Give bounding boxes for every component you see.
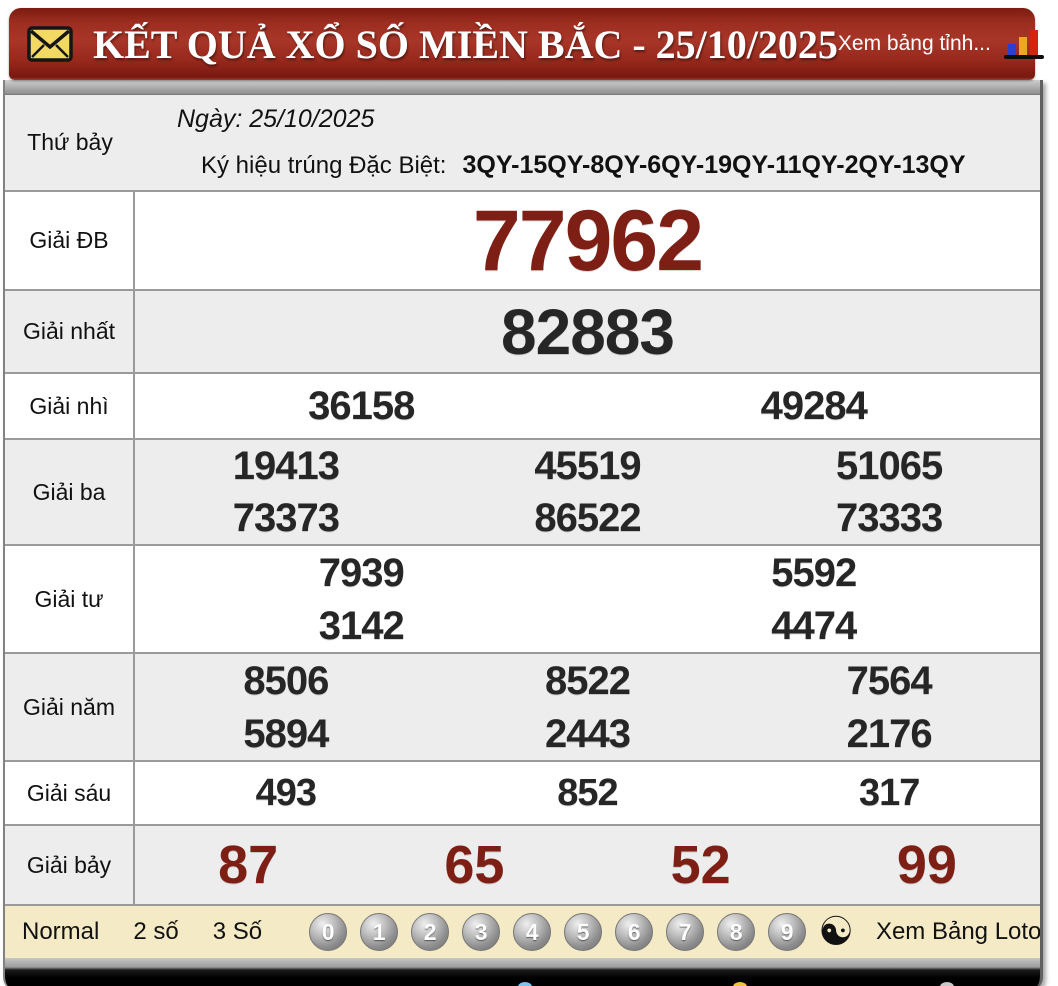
- prize-row-fourth: Giải tư 7939 5592 3142 4474: [5, 544, 1040, 652]
- prize-label: Giải năm: [5, 654, 135, 760]
- prize-number: 51065: [836, 446, 942, 486]
- top-band: [5, 80, 1040, 95]
- mode-normal[interactable]: Normal: [5, 918, 116, 946]
- digit-ball-1[interactable]: 1: [360, 913, 398, 951]
- digit-filter-balls: 0 1 2 3 4 5 6 7 8 9: [309, 913, 806, 951]
- page-title: KẾT QUẢ XỔ SỐ MIỀN BẮC - 25/10/2025: [93, 21, 838, 68]
- digit-ball-4[interactable]: 4: [513, 913, 551, 951]
- weekday-label: Thứ bảy: [5, 95, 135, 190]
- prize-label: Giải sáu: [5, 762, 135, 824]
- digit-ball-6[interactable]: 6: [615, 913, 653, 951]
- prize-number: 19413: [233, 446, 339, 486]
- prize-number: 2176: [847, 714, 932, 754]
- province-table-link[interactable]: Xem bảng tỉnh...: [838, 32, 991, 56]
- digit-ball-2[interactable]: 2: [411, 913, 449, 951]
- mode-3-digits[interactable]: 3 Số: [196, 918, 279, 946]
- header-right: Xem bảng tỉnh...: [838, 27, 1047, 61]
- prize-number: 73373: [233, 498, 339, 538]
- prize-number: 4474: [771, 606, 856, 646]
- prize-number: 5894: [243, 714, 328, 754]
- prize-label: Giải bảy: [5, 826, 135, 904]
- symbol-label: Ký hiệu trúng Đặc Biệt:: [201, 152, 446, 180]
- cutoff-icon: [518, 982, 532, 986]
- prize-number: 7939: [319, 553, 404, 593]
- prize-row-third: Giải ba 19413 45519 51065 73373 86522 73…: [5, 438, 1040, 544]
- envelope-icon[interactable]: [27, 26, 73, 62]
- prize-label: Giải ĐB: [5, 192, 135, 289]
- prize-number: 65: [444, 838, 504, 892]
- prize-number: 7564: [847, 661, 932, 701]
- cutoff-icon: [940, 982, 954, 986]
- prize-number: 49284: [761, 386, 867, 426]
- digit-ball-5[interactable]: 5: [564, 913, 602, 951]
- lottery-results-page: KẾT QUẢ XỔ SỐ MIỀN BẮC - 25/10/2025 Xem …: [0, 0, 1058, 986]
- header-bar: KẾT QUẢ XỔ SỐ MIỀN BẮC - 25/10/2025 Xem …: [9, 8, 1035, 80]
- bar-chart-icon[interactable]: [1003, 27, 1045, 61]
- prize-number: 73333: [836, 498, 942, 538]
- prize-number: 493: [256, 774, 316, 812]
- prize-row-first: Giải nhất 82883: [5, 289, 1040, 372]
- special-symbol-line: Ký hiệu trúng Đặc Biệt: 3QY-15QY-8QY-6QY…: [201, 151, 1040, 180]
- prize-label: Giải ba: [5, 440, 135, 544]
- prize-number: 36158: [308, 386, 414, 426]
- digit-ball-7[interactable]: 7: [666, 913, 704, 951]
- prize-row-seventh: Giải bảy 87 65 52 99: [5, 824, 1040, 904]
- digit-ball-3[interactable]: 3: [462, 913, 500, 951]
- digit-ball-0[interactable]: 0: [309, 913, 347, 951]
- info-row: Thứ bảy Ngày: 25/10/2025 Ký hiệu trúng Đ…: [5, 95, 1040, 190]
- prize-number: 317: [859, 774, 919, 812]
- lottery-widget: KẾT QUẢ XỔ SỐ MIỀN BẮC - 25/10/2025 Xem …: [3, 0, 1043, 986]
- prize-row-fifth: Giải năm 8506 8522 7564 5894 2443 2176: [5, 652, 1040, 760]
- info-content: Ngày: 25/10/2025 Ký hiệu trúng Đặc Biệt:…: [135, 95, 1040, 190]
- prize-row-special: Giải ĐB 77962: [5, 190, 1040, 289]
- prize-number: 8522: [545, 661, 630, 701]
- prize-number: 82883: [501, 300, 674, 364]
- yinyang-icon[interactable]: ☯: [818, 913, 854, 951]
- prize-label: Giải tư: [5, 546, 135, 652]
- prize-number: 852: [557, 774, 617, 812]
- symbol-value: 3QY-15QY-8QY-6QY-19QY-11QY-2QY-13QY: [462, 151, 965, 180]
- prize-row-second: Giải nhì 36158 49284: [5, 372, 1040, 438]
- cutoff-icon: [733, 982, 747, 986]
- prize-number: 45519: [534, 446, 640, 486]
- loto-table-link[interactable]: Xem Bảng Loto: [876, 918, 1041, 946]
- prize-number: 52: [671, 838, 731, 892]
- draw-date: Ngày: 25/10/2025: [177, 105, 1040, 134]
- prize-row-sixth: Giải sáu 493 852 317: [5, 760, 1040, 824]
- digit-ball-9[interactable]: 9: [768, 913, 806, 951]
- digit-ball-8[interactable]: 8: [717, 913, 755, 951]
- prize-label: Giải nhất: [5, 291, 135, 372]
- prize-number: 87: [218, 838, 278, 892]
- prize-number: 5592: [771, 553, 856, 593]
- prize-number: 3142: [319, 606, 404, 646]
- prize-number: 99: [897, 838, 957, 892]
- prize-number: 8506: [243, 661, 328, 701]
- mode-2-digits[interactable]: 2 số: [116, 918, 195, 946]
- prize-number: 77962: [473, 198, 702, 284]
- prize-number: 86522: [534, 498, 640, 538]
- bottom-toolbar: Normal 2 số 3 Số 0 1 2 3 4 5 6 7 8 9: [5, 904, 1040, 958]
- prize-label: Giải nhì: [5, 374, 135, 438]
- results-table: Thứ bảy Ngày: 25/10/2025 Ký hiệu trúng Đ…: [3, 80, 1043, 986]
- prize-number: 2443: [545, 714, 630, 754]
